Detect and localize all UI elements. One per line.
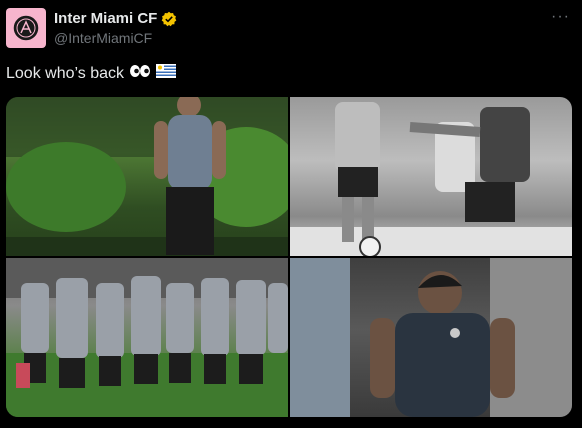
photo-player-kicking-ball[interactable] — [290, 97, 572, 256]
tweet-text-body: Look who’s back — [6, 64, 124, 82]
photo-player-smiling[interactable] — [6, 97, 288, 256]
verified-badge-icon — [162, 11, 177, 26]
inter-miami-crest-icon — [12, 14, 40, 42]
tweet-text: Look who’s back — [6, 64, 176, 83]
display-name[interactable]: Inter Miami CF — [54, 10, 157, 27]
more-options-button[interactable]: ··· — [551, 8, 570, 26]
eyes-emoji — [129, 64, 151, 83]
media-grid — [6, 97, 572, 417]
photo-player-training[interactable] — [290, 258, 572, 417]
tweet-header: Inter Miami CF @InterMiamiCF ··· — [6, 8, 576, 50]
uruguay-flag-emoji — [156, 64, 176, 83]
photo-team-huddle[interactable] — [6, 258, 288, 417]
name-row: Inter Miami CF — [54, 10, 177, 27]
handle[interactable]: @InterMiamiCF — [54, 30, 152, 46]
avatar[interactable] — [6, 8, 46, 48]
tweet-footer — [6, 420, 576, 428]
